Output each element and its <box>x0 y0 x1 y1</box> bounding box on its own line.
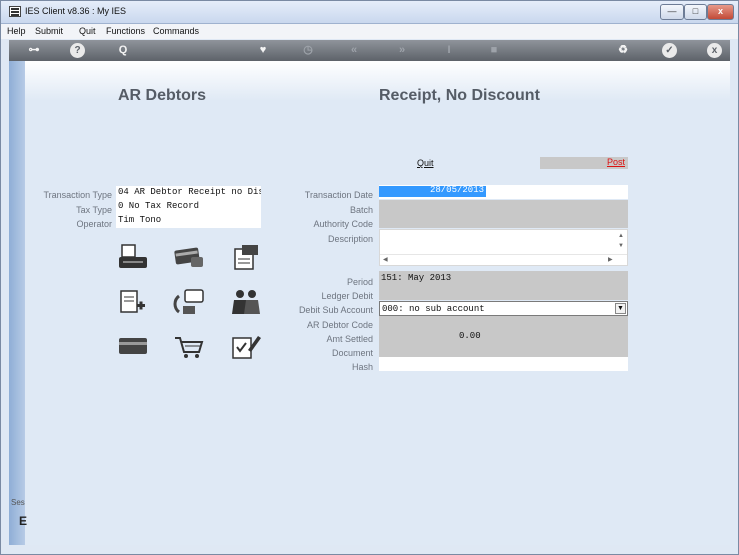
batch-field[interactable] <box>379 200 628 214</box>
quit-link[interactable]: Quit <box>417 158 434 168</box>
side-strip <box>9 61 25 545</box>
tax-type-field: 0 No Tax Record <box>116 200 261 214</box>
search-icon[interactable]: Q <box>115 42 131 59</box>
chevron-down-icon[interactable]: ▼ <box>615 303 626 314</box>
period-value: 151: May 2013 <box>381 273 452 283</box>
ar-debtor-code-field[interactable] <box>379 316 628 330</box>
transaction-date-selection: 28/05/2013 <box>379 185 486 197</box>
ledger-debit-field[interactable] <box>379 286 628 300</box>
rewind-icon[interactable]: « <box>346 42 362 59</box>
description-horizontal-scrollbar[interactable]: ◀ ▶ <box>380 254 627 265</box>
amt-settled-field[interactable]: 0.00 <box>379 329 628 343</box>
menu-functions[interactable]: Functions <box>106 26 145 36</box>
batch-label: Batch <box>349 205 373 215</box>
period-field[interactable]: 151: May 2013 <box>379 271 628 286</box>
menu-help[interactable]: Help <box>7 26 26 36</box>
description-vertical-scrollbar[interactable]: ▲ ▼ <box>615 230 627 255</box>
document-list-icon[interactable] <box>230 243 262 271</box>
app-window: IES Client v8.36 : My IES — □ x Help Sub… <box>0 0 739 555</box>
transaction-date-label: Transaction Date <box>304 190 373 200</box>
heart-icon[interactable]: ♥ <box>255 42 271 59</box>
check-icon[interactable]: ✓ <box>662 43 677 58</box>
text-cursor-icon[interactable]: I <box>441 42 457 59</box>
stop-icon[interactable]: ■ <box>486 42 502 59</box>
description-label: Description <box>327 234 373 244</box>
tax-type-label: Tax Type <box>76 205 112 215</box>
close-window-button[interactable]: x <box>707 4 734 20</box>
menu-commands[interactable]: Commands <box>153 26 199 36</box>
ar-debtor-code-label: AR Debtor Code <box>306 320 373 330</box>
printer-icon[interactable] <box>117 243 149 271</box>
close-icon[interactable]: x <box>707 43 722 58</box>
scroll-up-icon[interactable]: ▲ <box>618 233 624 239</box>
tax-type-value: 0 No Tax Record <box>118 201 200 211</box>
authority-code-field[interactable] <box>379 214 628 228</box>
ledger-debit-label: Ledger Debit <box>321 291 373 301</box>
post-bar: Post <box>540 157 628 169</box>
refresh-card-icon[interactable] <box>173 288 205 316</box>
minimize-button[interactable]: — <box>660 4 684 20</box>
app-icon <box>9 6 21 17</box>
side-label: Ses <box>11 498 25 507</box>
amt-settled-value: 0.00 <box>459 331 481 341</box>
scroll-left-icon[interactable]: ◀ <box>383 256 388 263</box>
window-title: IES Client v8.36 : My IES <box>25 6 127 16</box>
transaction-date-value: 28/05/2013 <box>429 185 484 195</box>
card-icon[interactable] <box>117 332 149 360</box>
shopping-cart-icon[interactable] <box>173 332 205 360</box>
register-icon[interactable] <box>117 288 149 316</box>
toolbar: ⊶ ? Q ♥ ◷ « » I ■ ♻ ✓ x <box>9 40 730 61</box>
operator-label: Operator <box>76 219 112 229</box>
help-icon[interactable]: ? <box>70 43 85 58</box>
clock-icon[interactable]: ◷ <box>300 42 316 59</box>
page-title: AR Debtors <box>118 87 207 104</box>
recycle-icon[interactable]: ♻ <box>615 42 631 59</box>
forward-icon[interactable]: » <box>394 42 410 59</box>
title-bar: IES Client v8.36 : My IES — □ x <box>1 1 738 24</box>
menu-submit[interactable]: Submit <box>35 26 63 36</box>
debit-sub-account-value: 000: no sub account <box>382 304 485 314</box>
transaction-type-value: 04 AR Debtor Receipt no Disco <box>118 187 261 197</box>
operator-field: Tim Tono <box>116 214 261 228</box>
period-label: Period <box>346 277 373 287</box>
transaction-title: Receipt, No Discount <box>379 87 540 104</box>
amt-settled-label: Amt Settled <box>326 334 373 344</box>
hash-label: Hash <box>351 362 373 372</box>
operator-value: Tim Tono <box>118 215 162 225</box>
menu-quit[interactable]: Quit <box>79 26 96 36</box>
debit-sub-account-label: Debit Sub Account <box>298 305 373 315</box>
maximize-button[interactable]: □ <box>684 4 707 20</box>
scroll-down-icon[interactable]: ▼ <box>618 243 624 249</box>
post-link[interactable]: Post <box>607 157 625 167</box>
users-icon[interactable] <box>230 288 262 316</box>
document-field[interactable] <box>379 343 628 357</box>
transaction-type-field: 04 AR Debtor Receipt no Disco <box>116 186 261 200</box>
authority-code-label: Authority Code <box>313 219 373 229</box>
menu-bar: Help Submit Quit Functions Commands <box>1 24 738 39</box>
side-glyph: E <box>19 514 28 528</box>
transaction-type-label: Transaction Type <box>43 190 112 200</box>
card-payment-icon[interactable] <box>173 243 205 271</box>
scroll-right-icon[interactable]: ▶ <box>608 256 613 263</box>
hash-field[interactable] <box>379 357 628 371</box>
edit-check-icon[interactable] <box>230 332 262 360</box>
key-icon[interactable]: ⊶ <box>23 42 45 59</box>
document-label: Document <box>331 348 373 358</box>
description-field[interactable]: ▲ ▼ ◀ ▶ <box>379 229 628 266</box>
debit-sub-account-select[interactable]: 000: no sub account ▼ <box>379 301 628 316</box>
